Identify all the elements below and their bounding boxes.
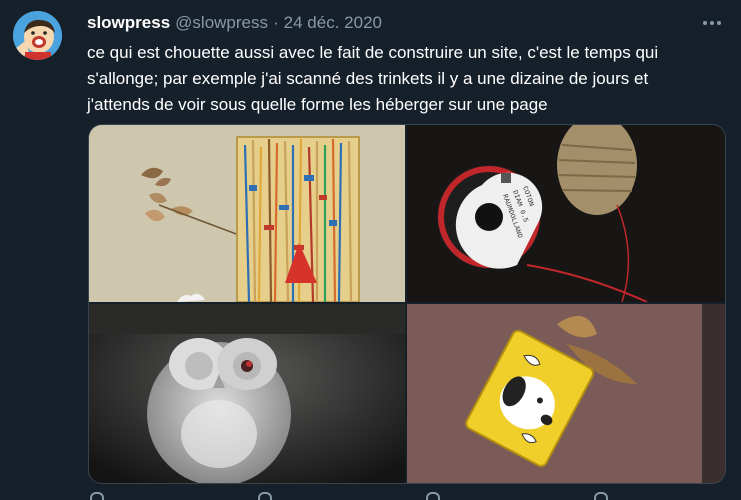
tweet-text-line: j'attends de voir sous quelle forme les … (87, 95, 548, 114)
more-horizontal-icon[interactable] (697, 12, 727, 34)
separator-dot: · (273, 13, 279, 32)
photo-wire-spool[interactable]: RAUMDOLLAND DIAM 0.5 COTON (407, 125, 725, 302)
photo-white-owl[interactable] (89, 304, 405, 483)
retweet-icon[interactable] (258, 492, 272, 500)
reply-icon[interactable] (90, 492, 104, 500)
avatar-image (13, 11, 62, 60)
tweet[interactable]: slowpress @slowpress · 24 déc. 2020 ce q… (0, 0, 741, 500)
user-handle[interactable]: @slowpress (175, 13, 268, 33)
photo-dried-flowers-mikado[interactable] (89, 125, 405, 302)
tweet-text-line: s'allonge; par exemple j'ai scanné des t… (87, 69, 649, 88)
tweet-date[interactable]: 24 déc. 2020 (284, 13, 382, 33)
tweet-text-line: ce qui est chouette aussi avec le fait d… (87, 43, 659, 62)
avatar[interactable] (13, 11, 62, 60)
media-grid: RAUMDOLLAND DIAM 0.5 COTON (88, 124, 726, 484)
display-name[interactable]: slowpress (87, 13, 170, 33)
share-icon[interactable] (594, 492, 608, 500)
tweet-header: slowpress @slowpress · 24 déc. 2020 (87, 13, 382, 35)
photo-snoopy-tin[interactable] (407, 304, 725, 483)
heart-icon[interactable] (426, 492, 440, 500)
tweet-text: ce qui est chouette aussi avec le fait d… (87, 40, 727, 118)
tweet-actions (88, 492, 728, 500)
